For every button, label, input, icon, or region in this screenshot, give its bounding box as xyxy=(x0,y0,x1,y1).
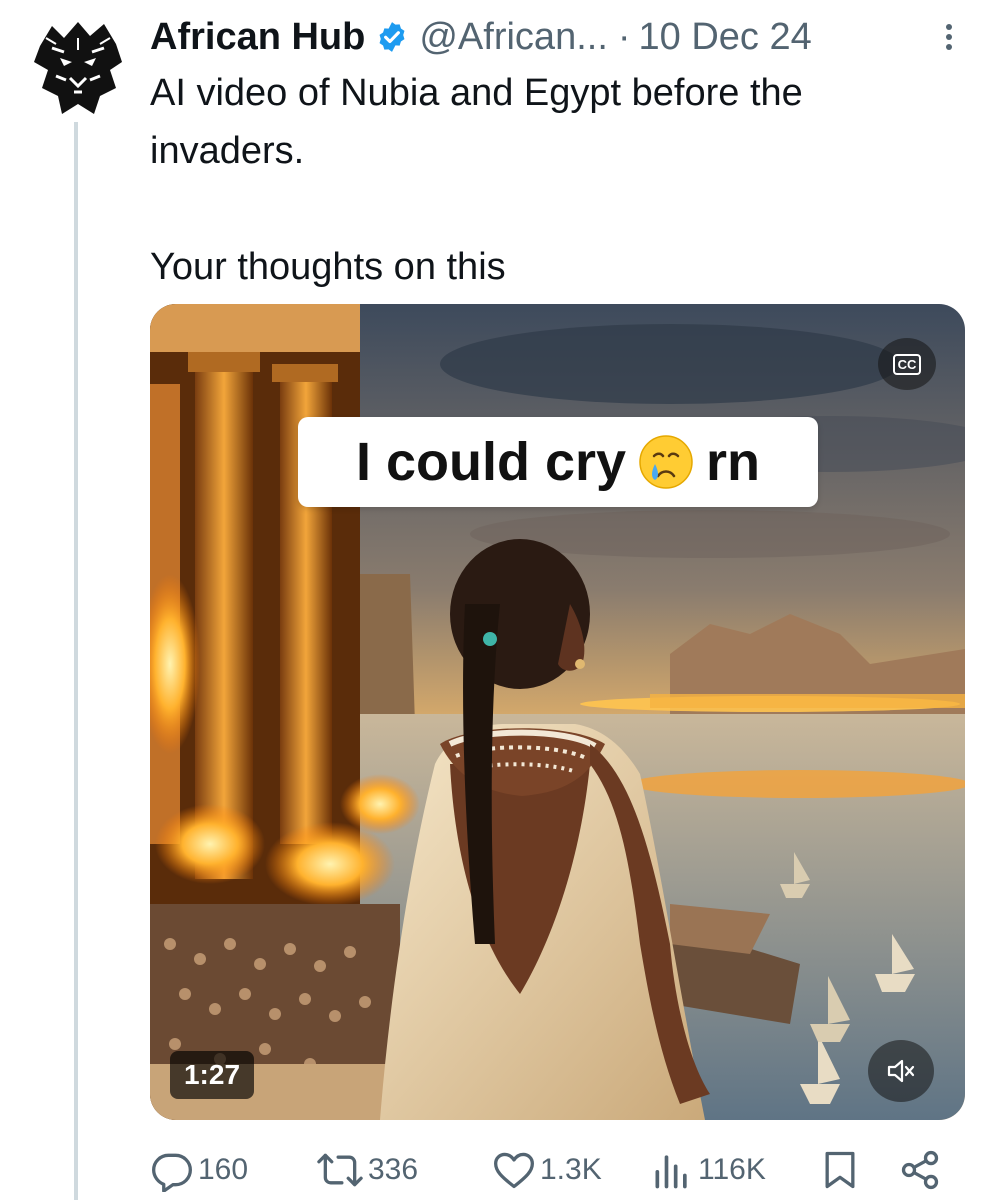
tweet-text-line: Your thoughts on this xyxy=(150,246,506,288)
repost-icon xyxy=(317,1153,363,1187)
closed-captions-button[interactable]: CC xyxy=(878,338,936,390)
cc-icon: CC xyxy=(892,353,922,375)
share-icon xyxy=(901,1150,939,1190)
author-handle[interactable]: @African... xyxy=(419,16,608,59)
verified-badge-icon xyxy=(379,22,405,52)
analytics-icon xyxy=(655,1155,687,1189)
heart-icon xyxy=(494,1152,534,1189)
tweet-date[interactable]: 10 Dec 24 xyxy=(639,16,812,59)
author-name[interactable]: African Hub xyxy=(150,16,365,59)
thread-connector-line xyxy=(74,122,78,1200)
tweet-header: African Hub @African... · 10 Dec 24 xyxy=(150,12,955,62)
repost-button[interactable]: 336 xyxy=(316,1140,418,1200)
bookmark-button[interactable] xyxy=(818,1140,866,1200)
reply-button[interactable]: 160 xyxy=(150,1140,248,1200)
speaker-muted-icon xyxy=(887,1059,915,1083)
tweet-text-line: AI video of Nubia and Egypt before the i… xyxy=(150,72,803,172)
views-button[interactable]: 116K xyxy=(650,1140,766,1200)
repost-count: 336 xyxy=(368,1153,419,1186)
tiger-logo-icon xyxy=(34,22,122,114)
separator-dot: · xyxy=(617,15,631,58)
caption-text: rn xyxy=(706,432,761,492)
author-avatar[interactable] xyxy=(30,18,126,118)
share-button[interactable] xyxy=(898,1140,946,1200)
more-options-icon[interactable] xyxy=(943,20,955,60)
crying-face-icon xyxy=(639,435,693,489)
reply-count: 160 xyxy=(198,1153,249,1186)
reply-icon xyxy=(152,1153,192,1192)
tweet-text: AI video of Nubia and Egypt before the i… xyxy=(150,64,950,296)
view-count: 116K xyxy=(698,1153,766,1186)
bookmark-icon xyxy=(825,1151,855,1189)
mute-toggle-button[interactable] xyxy=(868,1040,934,1102)
caption-text: I could cry xyxy=(355,432,627,492)
video-caption-overlay: I could cry rn xyxy=(298,417,818,507)
like-button[interactable]: 1.3K xyxy=(492,1140,602,1200)
tweet-action-bar: 160 336 1.3K 116K xyxy=(150,1140,950,1200)
video-duration-badge: 1:27 xyxy=(170,1051,254,1099)
like-count: 1.3K xyxy=(540,1153,602,1186)
